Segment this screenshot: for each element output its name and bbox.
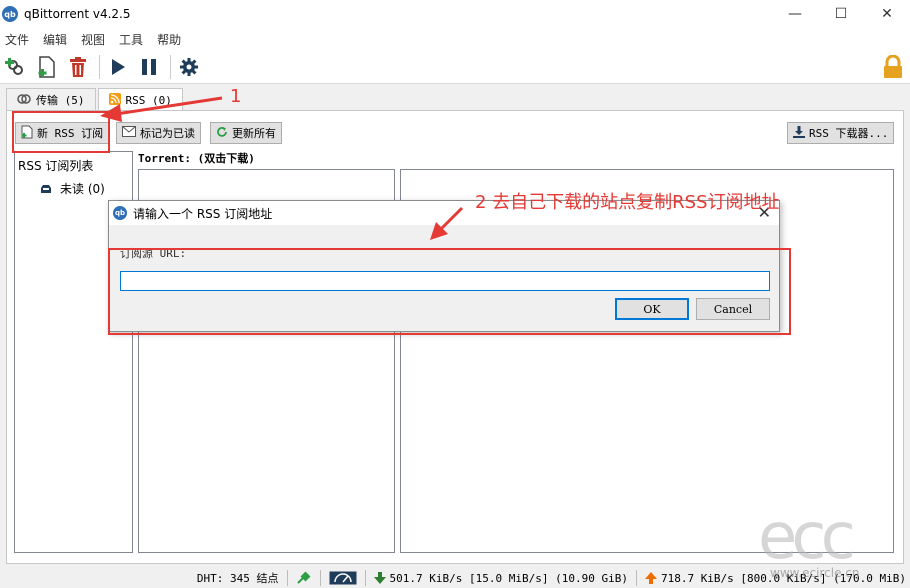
download-arrow-icon xyxy=(373,572,386,584)
close-button[interactable]: ✕ xyxy=(864,0,910,28)
menu-tools[interactable]: 工具 xyxy=(114,31,148,48)
update-all-label: 更新所有 xyxy=(232,127,276,140)
download-speed: 501.7 KiB/s [15.0 MiB/s] (10.90 GiB) xyxy=(373,571,628,585)
lock-button[interactable] xyxy=(882,54,904,79)
trash-icon xyxy=(70,56,86,77)
menu-edit[interactable]: 编辑 xyxy=(38,31,72,48)
toolbar-separator xyxy=(170,54,171,79)
annotation-box-new-feed xyxy=(12,111,110,153)
add-torrent-link-button[interactable] xyxy=(2,53,30,81)
main-toolbar xyxy=(0,50,910,84)
gear-icon xyxy=(180,57,198,76)
add-link-icon xyxy=(5,57,23,75)
torrent-list-header: Torrent: (双击下载) xyxy=(138,152,255,165)
pause-button[interactable] xyxy=(135,53,163,81)
annotation-step-1: 1 xyxy=(230,86,242,107)
status-separator xyxy=(364,570,366,586)
update-all-button[interactable]: 更新所有 xyxy=(210,122,282,144)
menu-view[interactable]: 视图 xyxy=(76,31,110,48)
menu-bar: 文件 编辑 视图 工具 帮助 xyxy=(0,28,910,50)
envelope-icon xyxy=(122,126,136,140)
annotation-arrow-2 xyxy=(430,206,464,240)
inbox-icon xyxy=(41,184,51,193)
connection-status-button[interactable] xyxy=(296,571,312,585)
feed-unread-label: 未读 (0) xyxy=(60,182,105,196)
annotation-box-url xyxy=(108,248,791,335)
download-icon xyxy=(793,125,805,141)
watermark-logo: ecc xyxy=(758,500,856,574)
app-logo-icon: qb xyxy=(2,6,18,22)
speed-limit-button[interactable] xyxy=(329,571,357,585)
rss-downloader-label: RSS 下载器... xyxy=(809,127,889,140)
mark-read-button[interactable]: 标记为已读 xyxy=(116,122,201,144)
status-separator xyxy=(319,570,321,586)
dialog-logo-icon: qb xyxy=(113,206,127,220)
resume-button[interactable] xyxy=(104,53,132,81)
upload-arrow-icon xyxy=(644,572,657,584)
download-speed-text: 501.7 KiB/s [15.0 MiB/s] (10.90 GiB) xyxy=(389,571,628,585)
annotation-arrow-1 xyxy=(100,96,223,122)
tab-transfers-label: 传输 (5) xyxy=(36,94,85,107)
title-bar: qb qBittorrent v4.2.5 — ☐ ✕ xyxy=(0,0,910,28)
add-file-icon xyxy=(38,55,55,78)
pause-icon xyxy=(142,58,156,75)
status-separator xyxy=(286,570,288,586)
annotation-step-2: 2 去自己下载的站点复制RSS订阅地址 xyxy=(475,192,780,213)
delete-button[interactable] xyxy=(64,53,92,81)
plug-icon xyxy=(296,571,310,584)
rss-downloader-button[interactable]: RSS 下载器... xyxy=(787,122,895,144)
speedometer-icon xyxy=(329,571,357,585)
menu-help[interactable]: 帮助 xyxy=(152,31,186,48)
options-button[interactable] xyxy=(175,53,203,81)
minimize-button[interactable]: — xyxy=(772,0,818,28)
maximize-button[interactable]: ☐ xyxy=(818,0,864,28)
mark-read-label: 标记为已读 xyxy=(140,127,195,140)
play-icon xyxy=(112,58,125,75)
lock-icon xyxy=(884,54,902,78)
window-title: qBittorrent v4.2.5 xyxy=(24,7,131,21)
watermark-url: www.ecircle.cn xyxy=(770,566,860,580)
status-separator xyxy=(635,570,637,586)
tab-transfers[interactable]: 传输 (5) xyxy=(6,88,96,111)
feed-unread-item[interactable]: 未读 (0) xyxy=(40,180,105,197)
dialog-title: 请输入一个 RSS 订阅地址 xyxy=(133,206,273,221)
feed-list-root[interactable]: RSS 订阅列表 xyxy=(18,157,93,174)
toolbar-separator xyxy=(99,54,100,79)
menu-file[interactable]: 文件 xyxy=(0,31,34,48)
transfers-icon xyxy=(17,93,31,108)
dht-status: DHT: 345 结点 xyxy=(196,572,279,585)
refresh-icon xyxy=(216,126,228,141)
add-torrent-file-button[interactable] xyxy=(33,53,61,81)
